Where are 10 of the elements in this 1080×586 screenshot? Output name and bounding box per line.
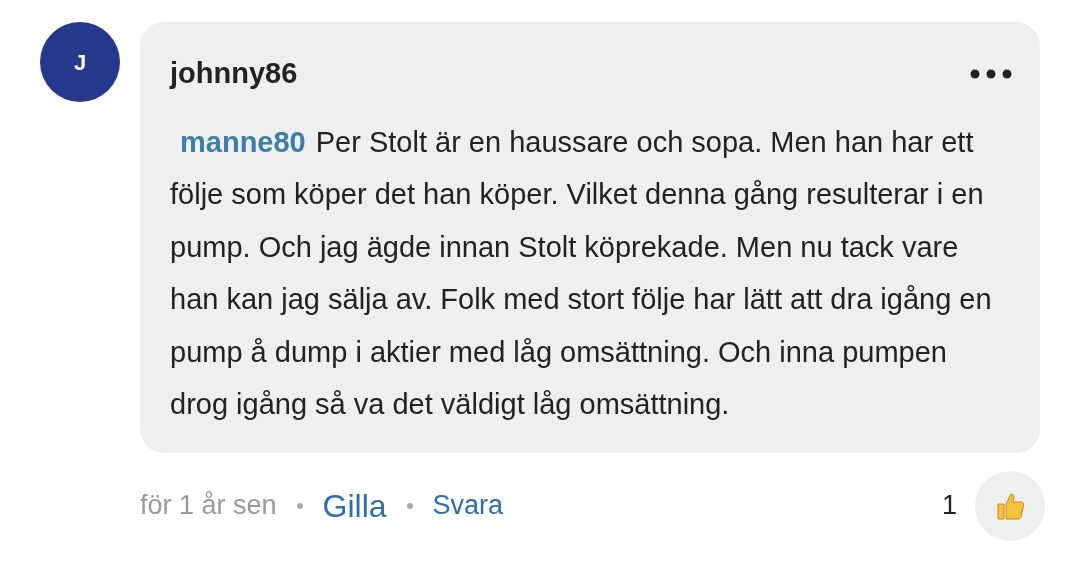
author-name[interactable]: johnny86 [170,52,298,96]
like-link[interactable]: Gilla [322,481,387,530]
timestamp: för 1 år sen [140,489,277,523]
avatar[interactable]: J [40,22,120,102]
more-options-icon[interactable] [970,68,1012,79]
comment-text: manne80 Per Stolt är en haussare och sopa. Men han har ett följe som köper det han köper. Vilket denna gång resulterar i en pump. Och jag ägde innan Stolt köprekade. Men nu tack vare han kan jag sälja av. Folk med stort följe har lätt att dra igång en pump å dump i aktier med låg omsättning. Och inna pumpen drog igång så va det väldigt låg omsättning. [170,124,993,422]
mention-link[interactable]: manne80 [180,125,306,158]
thumbs-up-icon [995,490,1025,521]
reply-link[interactable]: Svara [432,485,504,526]
like-count: 1 [941,489,957,523]
